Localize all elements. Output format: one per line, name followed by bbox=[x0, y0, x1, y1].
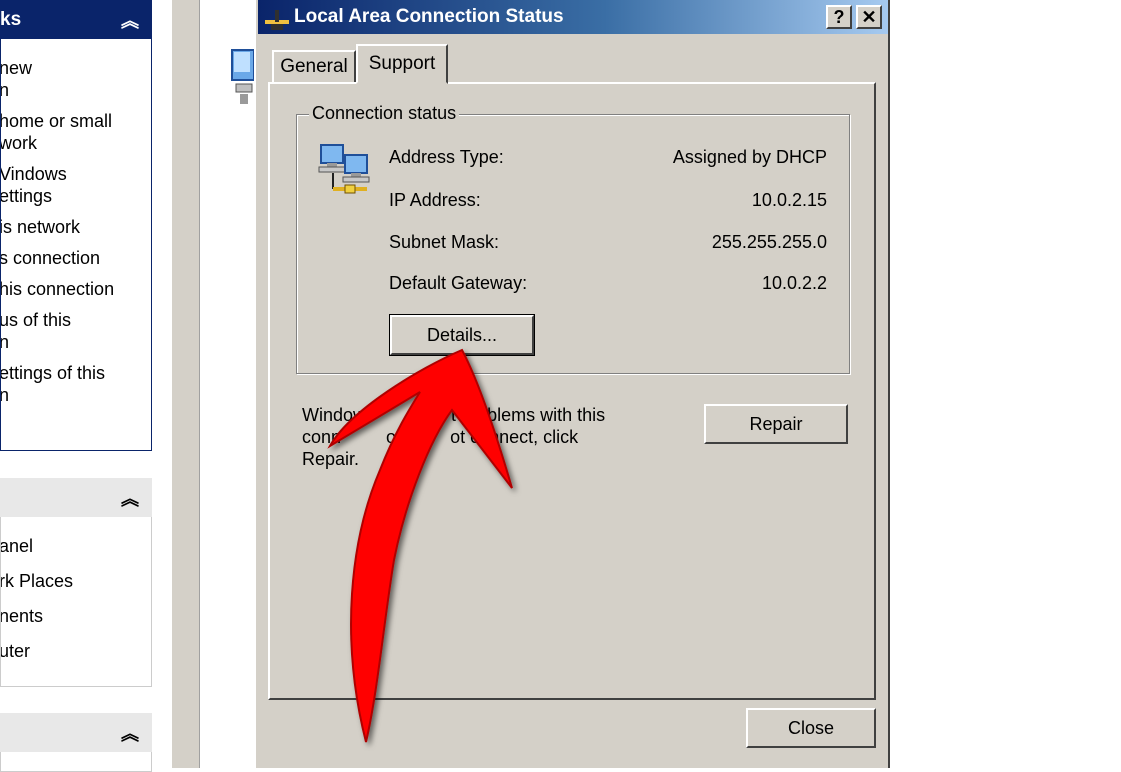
details-header[interactable]: ︽ bbox=[0, 713, 152, 752]
place-computer[interactable]: uter bbox=[1, 640, 151, 662]
double-chevron-up-icon[interactable]: ︽ bbox=[121, 485, 139, 511]
subnet-mask-row: Subnet Mask: 255.255.255.0 bbox=[389, 232, 827, 253]
connection-status-label: Connection status bbox=[309, 103, 460, 124]
other-places-panel: ︽ anel rk Places nents uter bbox=[0, 478, 152, 687]
close-button[interactable]: Close bbox=[746, 708, 876, 748]
task-view-status[interactable]: us of this n bbox=[1, 309, 151, 353]
network-tasks-panel: ks ︽ new n home or small work Vindows et… bbox=[0, 0, 152, 451]
ip-address-value: 10.0.2.15 bbox=[751, 190, 827, 210]
close-icon: ✕ bbox=[861, 6, 877, 27]
place-network-places[interactable]: rk Places bbox=[1, 570, 151, 592]
tab-general[interactable]: General bbox=[272, 50, 356, 82]
dialog-title: Local Area Connection Status bbox=[294, 6, 564, 27]
dialog-titlebar[interactable]: Local Area Connection Status ? ✕ bbox=[258, 0, 888, 34]
repair-help-text: Window d t problems with this conn ou ca… bbox=[302, 405, 606, 469]
subnet-mask-value: 255.255.255.0 bbox=[711, 232, 827, 252]
ip-address-row: IP Address: 10.0.2.15 bbox=[389, 190, 827, 211]
network-tasks-header[interactable]: ks ︽ bbox=[0, 0, 152, 39]
network-connection-icon bbox=[318, 144, 370, 194]
task-change-firewall-settings[interactable]: Vindows ettings bbox=[1, 163, 151, 207]
default-gateway-label: Default Gateway: bbox=[389, 273, 528, 293]
network-tasks-title: ks bbox=[0, 8, 22, 30]
task-disable-network[interactable]: is network bbox=[1, 216, 151, 238]
task-create-new-connection[interactable]: new n bbox=[1, 57, 151, 101]
task-pane: ks ︽ new n home or small work Vindows et… bbox=[0, 0, 172, 772]
address-type-row: Address Type: Assigned by DHCP bbox=[389, 147, 827, 168]
task-setup-home-network[interactable]: home or small work bbox=[1, 110, 151, 154]
double-chevron-up-icon[interactable]: ︽ bbox=[121, 7, 139, 33]
help-icon: ? bbox=[833, 6, 845, 27]
help-button[interactable]: ? bbox=[826, 5, 852, 29]
task-rename-connection[interactable]: his connection bbox=[1, 278, 151, 300]
connection-status-dialog: Local Area Connection Status ? ✕ General… bbox=[254, 0, 890, 768]
splitter[interactable] bbox=[172, 0, 200, 768]
place-documents[interactable]: nents bbox=[1, 605, 151, 627]
connection-status-group: Connection status Address Type: Assigned… bbox=[296, 103, 850, 374]
place-control-panel[interactable]: anel bbox=[1, 535, 151, 557]
network-connection-icon[interactable] bbox=[228, 44, 256, 106]
default-gateway-value: 10.0.2.2 bbox=[761, 273, 827, 293]
details-button[interactable]: Details... bbox=[389, 314, 535, 356]
double-chevron-up-icon[interactable]: ︽ bbox=[121, 720, 139, 746]
network-connection-icon bbox=[265, 10, 289, 30]
default-gateway-row: Default Gateway: 10.0.2.2 bbox=[389, 273, 827, 294]
address-type-value: Assigned by DHCP bbox=[672, 147, 827, 167]
task-change-settings[interactable]: ettings of this n bbox=[1, 362, 151, 406]
task-repair-connection[interactable]: s connection bbox=[1, 247, 151, 269]
tab-support[interactable]: Support bbox=[356, 44, 448, 84]
subnet-mask-label: Subnet Mask: bbox=[389, 232, 500, 252]
close-window-button[interactable]: ✕ bbox=[856, 5, 882, 29]
ip-address-label: IP Address: bbox=[389, 190, 481, 210]
address-type-label: Address Type: bbox=[389, 147, 504, 167]
other-places-header[interactable]: ︽ bbox=[0, 478, 152, 517]
repair-button[interactable]: Repair bbox=[704, 404, 848, 444]
details-panel: ︽ bbox=[0, 713, 152, 772]
